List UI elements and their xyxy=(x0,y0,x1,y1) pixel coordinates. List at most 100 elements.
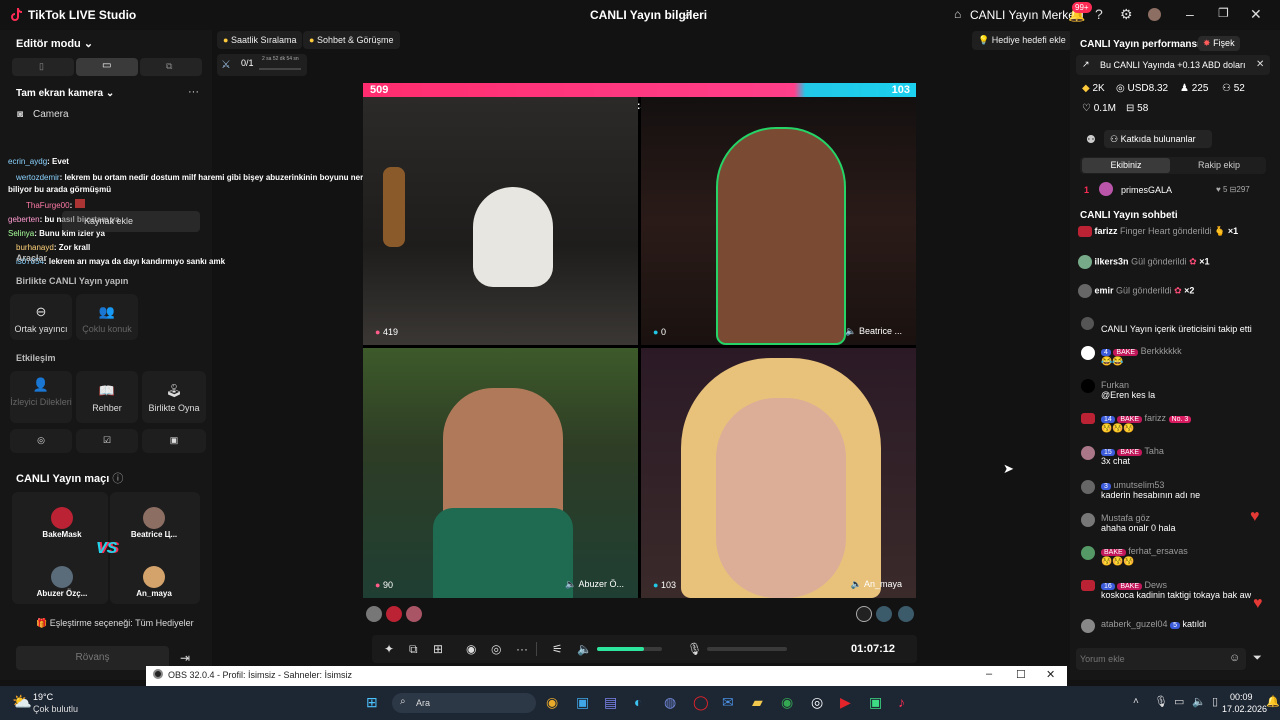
speaker-icon[interactable]: 🔈 xyxy=(851,579,862,589)
avatar[interactable] xyxy=(386,606,402,622)
avatar[interactable] xyxy=(898,606,914,622)
exit-icon[interactable]: ⇥ xyxy=(180,651,190,665)
obs-window-bar[interactable]: OBS 32.0.4 - Profil: İsimsiz - Sahneler:… xyxy=(146,666,1067,686)
scene-dropdown[interactable]: Tam ekran kamera ⌄ xyxy=(16,88,114,99)
goal-progress-bar xyxy=(259,68,301,70)
guide-button[interactable]: 📖 Rehber xyxy=(76,371,138,423)
close-icon[interactable]: ✕ xyxy=(1046,668,1055,681)
magic-icon[interactable]: ✦ xyxy=(384,642,394,656)
add-scene-icon[interactable]: ⧉ xyxy=(409,642,418,657)
hourly-ranking-button[interactable]: ● Saatlik Sıralama xyxy=(217,31,303,49)
teams-icon[interactable]: ▤ xyxy=(604,694,617,711)
taskbar: ⛅ 19°C Çok bulutlu ⊞ ⌕ Ara ◉ ▣ ▤ ◐ ◍ ◯ ✉… xyxy=(0,686,1280,720)
avatar[interactable] xyxy=(366,606,382,622)
add-user-icon[interactable]: ⚉ xyxy=(1086,133,1096,146)
snapshot-icon[interactable]: ◎ xyxy=(491,642,501,656)
chrome-icon[interactable]: ◉ xyxy=(546,694,558,711)
weather-icon: ⛅ xyxy=(12,694,32,711)
target-icon: ◎ xyxy=(37,435,45,445)
gift-row: farizz Finger Heart gönderildi 🫰 ×1 xyxy=(1078,226,1238,238)
gear-icon[interactable]: ⚙ xyxy=(1120,6,1133,23)
portrait-layout-button[interactable]: ▯ xyxy=(12,58,74,76)
avatar xyxy=(143,507,165,529)
emoji-icon[interactable]: ☺ xyxy=(1229,652,1240,664)
discord-icon[interactable]: ◍ xyxy=(664,694,676,711)
close-icon[interactable]: ✕ xyxy=(1256,59,1264,70)
chevron-up-icon[interactable]: ˄ xyxy=(1133,696,1139,707)
list-item: 14 BAKE farizz No. 3 😚😚😚 xyxy=(1101,413,1192,434)
microphone-icon[interactable]: 🎙 xyxy=(1154,695,1168,708)
tiktok-taskbar-icon[interactable]: ♪ xyxy=(898,694,905,710)
search-icon: ⌕ xyxy=(400,696,406,707)
avatar[interactable] xyxy=(406,606,422,622)
comment-input[interactable] xyxy=(1080,651,1220,667)
viewer-requests-button[interactable]: 👤 İzleyici Dilekleri xyxy=(10,371,72,423)
help-icon[interactable]: ? xyxy=(1095,6,1103,22)
info-icon[interactable]: ⓘ xyxy=(112,473,123,485)
taskbar-search[interactable]: ⌕ Ara xyxy=(392,693,536,713)
avatar[interactable] xyxy=(876,606,892,622)
firework-button[interactable]: ✸ Fişek xyxy=(1198,36,1240,51)
tab-your-team[interactable]: Ekibiniz xyxy=(1082,158,1170,173)
more-icon[interactable]: ··· xyxy=(516,642,528,656)
chat-meet-button[interactable]: ● Sohbet & Görüşme xyxy=(303,31,400,49)
avatar[interactable] xyxy=(1148,8,1161,21)
play-together-button[interactable]: 🕹 Birlikte Oyna xyxy=(142,371,206,423)
minimize-icon[interactable]: – xyxy=(1186,6,1194,22)
store-icon[interactable]: ▣ xyxy=(576,694,589,711)
app-icon[interactable]: ▣ xyxy=(869,694,882,711)
mail-icon[interactable]: ✉ xyxy=(722,694,734,711)
join-notice: ataberk_guzel04 5 katıldı xyxy=(1101,619,1207,629)
notification-icon[interactable]: 🔔 xyxy=(1266,695,1280,708)
avatar[interactable] xyxy=(856,606,872,622)
avatar xyxy=(1078,255,1092,269)
mic-volume-slider[interactable] xyxy=(707,647,787,651)
settings-sliders-icon[interactable]: ⚟ xyxy=(552,642,563,656)
pairing-option[interactable]: 🎁 Eşleştirme seçeneği: Tüm Hediyeler xyxy=(36,618,194,629)
heart-icon: ● xyxy=(653,580,659,590)
minimize-icon[interactable]: – xyxy=(986,668,992,680)
maximize-icon[interactable]: ☐ xyxy=(1016,668,1026,681)
add-source-button[interactable]: Kaynak ekle xyxy=(62,211,200,232)
gift-row: emir Gül gönderildi ✿ ×2 xyxy=(1078,284,1194,298)
windows-start-icon[interactable]: ⊞ xyxy=(366,694,378,711)
tool-button[interactable]: ◎ xyxy=(10,429,72,453)
opera-icon[interactable]: ◯ xyxy=(693,694,709,711)
speaker-icon[interactable]: 🔈 xyxy=(845,326,856,336)
obs-taskbar-icon[interactable]: ◎ xyxy=(811,694,823,711)
camera-source[interactable]: Camera xyxy=(33,109,69,120)
tool-button[interactable]: ▣ xyxy=(142,429,206,453)
layout-icon[interactable]: ⊞ xyxy=(433,642,443,656)
stat-viewers: ♟ 225 xyxy=(1180,83,1209,94)
split-layout-button[interactable]: ⧉ xyxy=(140,58,202,76)
speaker-icon[interactable]: 🔈 xyxy=(565,579,576,589)
multi-guest-button[interactable]: 👥 Çoklu konuk xyxy=(76,294,138,340)
filter-icon[interactable]: ⏷ xyxy=(1253,652,1262,665)
share-icon[interactable]: ⇗ xyxy=(682,8,692,22)
comment-box[interactable]: ☺ xyxy=(1076,648,1246,670)
interaction-heading: Etkileşim xyxy=(16,353,56,363)
cohost-button[interactable]: ⊖ Ortak yayıncı xyxy=(10,294,72,340)
close-icon[interactable]: ✕ xyxy=(1250,6,1262,23)
gift-goal-widget[interactable]: ⚔ 0/1 2 sa 52 dk 54 sn xyxy=(217,54,307,76)
more-icon[interactable]: ··· xyxy=(188,86,199,98)
tab-rival-team[interactable]: Rakip ekip xyxy=(1174,158,1264,173)
folder-icon[interactable]: ▰ xyxy=(752,694,763,711)
speaker-icon[interactable]: 🔈 xyxy=(577,642,592,656)
edge-icon[interactable]: ◐ xyxy=(634,694,642,710)
battery-icon[interactable]: ▯ xyxy=(1212,695,1218,708)
volume-icon[interactable]: 🔈 xyxy=(1192,695,1206,708)
youtube-icon[interactable]: ▶ xyxy=(840,694,851,711)
chrome-alt-icon[interactable]: ◉ xyxy=(781,694,793,711)
network-icon[interactable]: ▭ xyxy=(1174,695,1184,708)
maximize-icon[interactable]: ❐ xyxy=(1218,6,1229,20)
contributors-button[interactable]: ⚇ Katkıda bulunanlar xyxy=(1104,130,1212,148)
speaker-volume-slider[interactable] xyxy=(597,647,662,651)
live-center-button[interactable]: CANLI Yayın Merkezi xyxy=(970,8,1084,22)
microphone-icon[interactable]: 🎙 xyxy=(687,642,702,656)
landscape-layout-button[interactable]: ▭ xyxy=(76,58,138,76)
editor-mode-dropdown[interactable]: Editör modu ⌄ xyxy=(16,37,93,50)
gift-goal-button[interactable]: 💡 Hediye hedefi ekle xyxy=(972,31,1072,50)
record-icon[interactable]: ◉ xyxy=(466,642,476,656)
tool-button[interactable]: ☑ xyxy=(76,429,138,453)
